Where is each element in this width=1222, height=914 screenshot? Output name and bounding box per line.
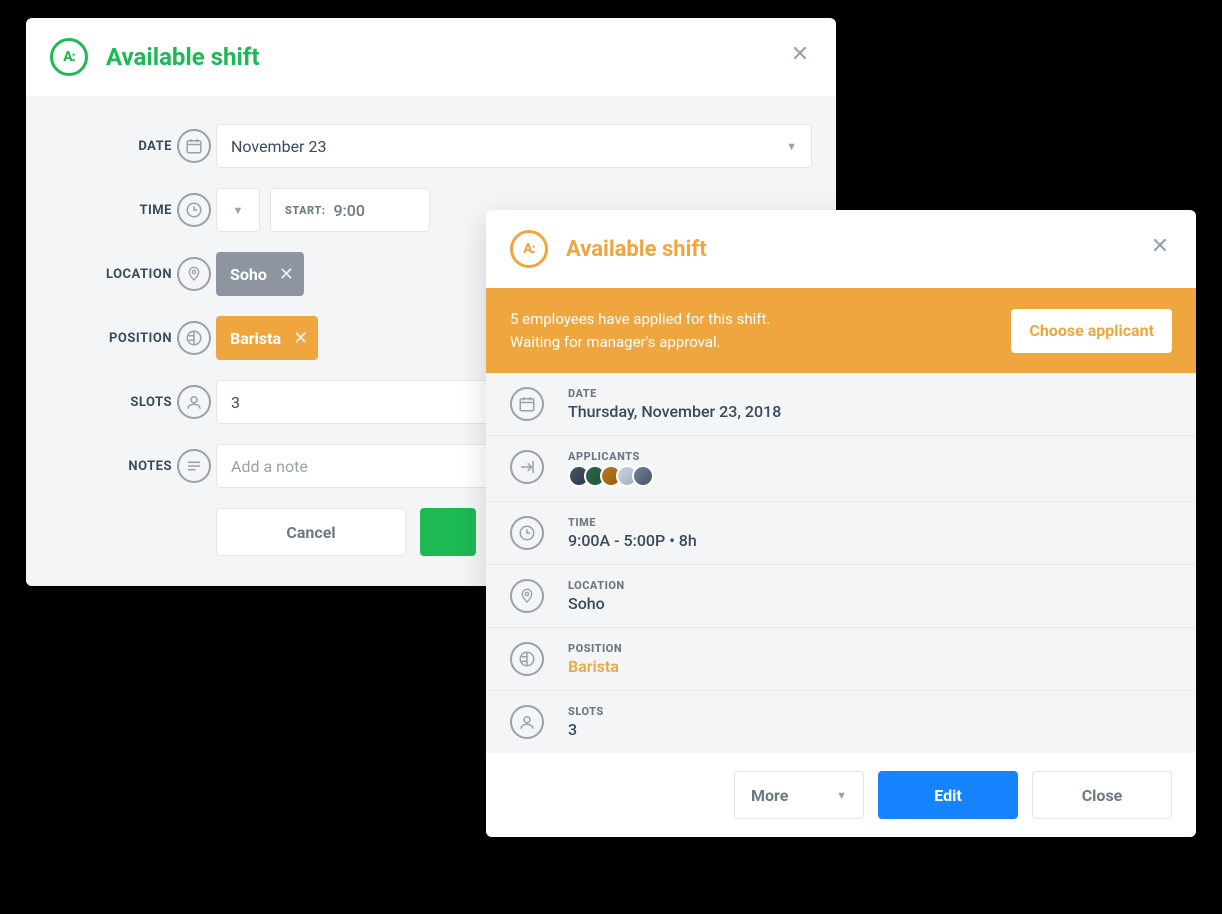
position-icon: [510, 642, 544, 676]
detail-value: Thursday, November 23, 2018: [568, 402, 781, 421]
clock-icon: [510, 516, 544, 550]
slots-value: 3: [231, 393, 240, 412]
start-label: START:: [285, 204, 325, 217]
caret-down-icon: ▼: [233, 204, 244, 217]
field-label: SLOTS: [50, 395, 172, 410]
modal-footer: More ▼ Edit Close: [486, 753, 1196, 837]
field-label: POSITION: [50, 331, 172, 346]
detail-position-row: POSITION Barista: [486, 628, 1196, 691]
person-icon: [510, 705, 544, 739]
detail-value: Barista: [568, 657, 622, 676]
field-label: LOCATION: [50, 267, 172, 282]
avatar: [632, 465, 654, 487]
calendar-icon: [177, 129, 211, 163]
tag-label: Barista: [230, 329, 281, 348]
applicant-avatars[interactable]: [568, 465, 654, 487]
more-button[interactable]: More ▼: [734, 771, 864, 819]
edit-button[interactable]: Edit: [878, 771, 1018, 819]
clock-icon: [177, 193, 211, 227]
detail-label: TIME: [568, 516, 697, 529]
detail-label: APPLICANTS: [568, 450, 654, 463]
detail-date-row: DATE Thursday, November 23, 2018: [486, 373, 1196, 436]
banner-line2: Waiting for manager's approval.: [510, 331, 770, 354]
banner-line1: 5 employees have applied for this shift.: [510, 308, 770, 331]
detail-location-row: LOCATION Soho: [486, 565, 1196, 628]
detail-value: Soho: [568, 594, 625, 613]
start-time-input[interactable]: START: 9:00: [270, 188, 430, 232]
detail-time-row: TIME 9:00A - 5:00P • 8h: [486, 502, 1196, 565]
start-value: 9:00: [333, 201, 365, 220]
remove-tag-icon[interactable]: ✕: [279, 264, 294, 285]
modal-title: Available shift: [566, 237, 707, 262]
field-label: DATE: [50, 139, 172, 154]
time-type-select[interactable]: ▼: [216, 188, 260, 232]
field-label: TIME: [50, 203, 172, 218]
location-tag: Soho ✕: [216, 252, 304, 296]
applicants-banner: 5 employees have applied for this shift.…: [486, 288, 1196, 373]
position-tag: Barista ✕: [216, 316, 318, 360]
position-icon: [177, 321, 211, 355]
save-button[interactable]: [420, 508, 476, 556]
date-value: November 23: [231, 137, 326, 156]
app-logo-icon: A:: [50, 38, 88, 76]
app-logo-icon: A:: [510, 230, 548, 268]
banner-text: 5 employees have applied for this shift.…: [510, 308, 770, 353]
detail-applicants-row: APPLICANTS: [486, 436, 1196, 502]
caret-down-icon: ▼: [836, 789, 847, 802]
location-pin-icon: [177, 257, 211, 291]
more-label: More: [751, 786, 788, 805]
notes-icon: [177, 449, 211, 483]
detail-body: DATE Thursday, November 23, 2018 APPLICA…: [486, 373, 1196, 753]
detail-value: 9:00A - 5:00P • 8h: [568, 531, 697, 550]
person-icon: [177, 385, 211, 419]
cancel-button[interactable]: Cancel: [216, 508, 406, 556]
detail-label: POSITION: [568, 642, 622, 655]
shift-detail-modal: A: Available shift ✕ 5 employees have ap…: [486, 210, 1196, 837]
tag-label: Soho: [230, 265, 267, 284]
location-pin-icon: [510, 579, 544, 613]
close-icon[interactable]: ✕: [786, 40, 814, 68]
modal-header: A: Available shift ✕: [26, 18, 836, 96]
arrow-right-icon: [510, 450, 544, 484]
detail-label: SLOTS: [568, 705, 604, 718]
detail-value: 3: [568, 720, 604, 739]
detail-label: DATE: [568, 387, 781, 400]
field-label: NOTES: [50, 459, 172, 474]
close-icon[interactable]: ✕: [1146, 232, 1174, 260]
detail-slots-row: SLOTS 3: [486, 691, 1196, 753]
modal-title: Available shift: [106, 43, 260, 71]
date-row: DATE November 23 ▼: [50, 124, 812, 168]
detail-label: LOCATION: [568, 579, 625, 592]
close-button[interactable]: Close: [1032, 771, 1172, 819]
calendar-icon: [510, 387, 544, 421]
remove-tag-icon[interactable]: ✕: [293, 328, 308, 349]
modal-header: A: Available shift ✕: [486, 210, 1196, 288]
date-select[interactable]: November 23 ▼: [216, 124, 812, 168]
caret-down-icon: ▼: [786, 140, 797, 153]
choose-applicant-button[interactable]: Choose applicant: [1011, 309, 1172, 353]
